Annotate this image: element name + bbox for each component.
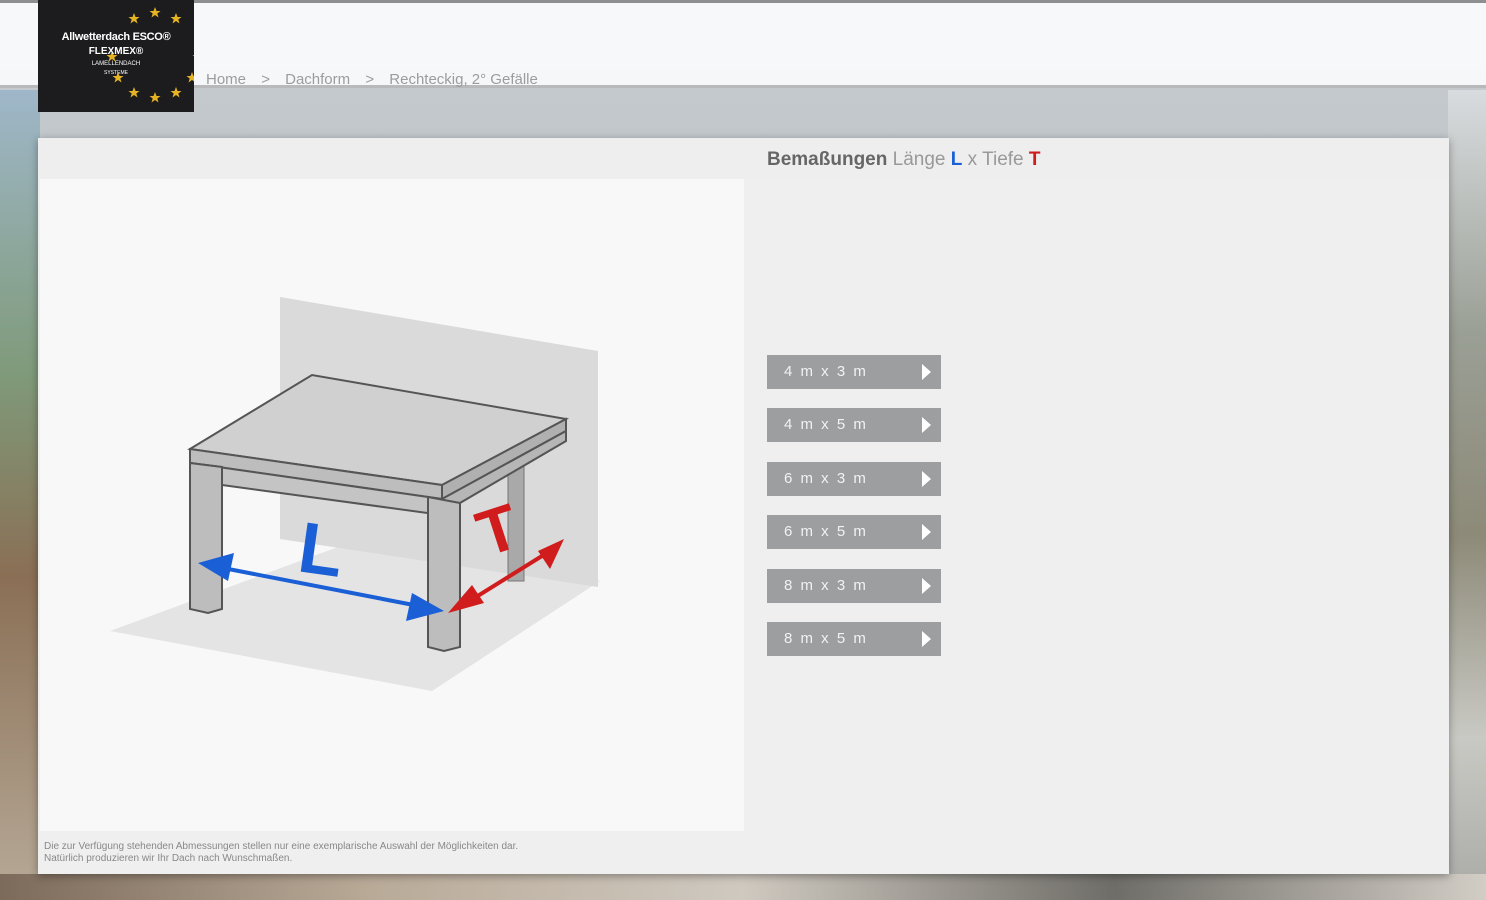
- front-left-leg: [189, 461, 223, 615]
- logo-tagline: LAMELLENDACH: [91, 61, 141, 67]
- play-arrow-icon: [922, 471, 931, 487]
- size-button-6x5[interactable]: 6 m x 5 m: [767, 515, 941, 549]
- size-button-4x3[interactable]: 4 m x 3 m: [767, 355, 941, 389]
- heading-times: x: [967, 149, 978, 170]
- dimension-panel: L T Bemaßungen Länge L x Tiefe T 4 m x 3…: [38, 138, 1449, 874]
- footnote: Die zur Verfügung stehenden Abmessungen …: [44, 841, 518, 865]
- size-button-4x5[interactable]: 4 m x 5 m: [767, 408, 941, 442]
- breadcrumb-home[interactable]: Home: [206, 71, 246, 88]
- heading-length-word: Länge: [892, 149, 946, 170]
- heading-length-letter: L: [950, 149, 963, 170]
- heading-depth-letter: T: [1028, 149, 1041, 170]
- heading-bold: Bemaßungen: [767, 149, 888, 170]
- logo-title: Allwetterdach ESCO®: [61, 31, 171, 43]
- panel-header: [38, 138, 1449, 178]
- footnote-line-1: Die zur Verfügung stehenden Abmessungen …: [44, 841, 519, 852]
- play-arrow-icon: [922, 631, 931, 647]
- logo-subtitle: FLEXMEX®: [88, 46, 144, 57]
- size-button-label: 8 m x 5 m: [784, 630, 868, 647]
- background-bottom: [0, 874, 1486, 900]
- play-arrow-icon: [922, 578, 931, 594]
- size-button-6x3[interactable]: 6 m x 3 m: [767, 462, 941, 496]
- dimensions-heading: Bemaßungen Länge L x Tiefe T: [767, 149, 1041, 171]
- breadcrumb: Home > Dachform > Rechteckig, 2° Gefälle: [206, 71, 538, 88]
- front-right-leg: [427, 495, 461, 653]
- breadcrumb-dachform[interactable]: Dachform: [285, 71, 350, 88]
- top-bar: Home > Dachform > Rechteckig, 2° Gefälle: [0, 0, 1486, 88]
- footnote-line-2: Natürlich produzieren wir Ihr Dach nach …: [44, 853, 293, 864]
- play-arrow-icon: [922, 524, 931, 540]
- size-button-label: 6 m x 3 m: [784, 470, 868, 487]
- size-button-label: 4 m x 3 m: [784, 363, 868, 380]
- heading-depth-word: Tiefe: [982, 149, 1024, 170]
- size-button-8x3[interactable]: 8 m x 3 m: [767, 569, 941, 603]
- size-button-label: 4 m x 5 m: [784, 416, 868, 433]
- play-arrow-icon: [922, 364, 931, 380]
- pergola-illustration: L T: [40, 179, 744, 831]
- breadcrumb-separator: >: [365, 71, 375, 88]
- play-arrow-icon: [922, 417, 931, 433]
- background-left: [0, 90, 40, 900]
- breadcrumb-separator: >: [261, 71, 270, 88]
- breadcrumb-current: Rechteckig, 2° Gefälle: [389, 71, 538, 88]
- brand-logo[interactable]: Allwetterdach ESCO® FLEXMEX® LAMELLENDAC…: [38, 0, 194, 112]
- logo-tagline-2: SYSTEME: [104, 70, 128, 76]
- size-button-8x5[interactable]: 8 m x 5 m: [767, 622, 941, 656]
- background-right: [1448, 90, 1486, 900]
- size-button-label: 8 m x 3 m: [784, 577, 868, 594]
- size-button-label: 6 m x 5 m: [784, 523, 868, 540]
